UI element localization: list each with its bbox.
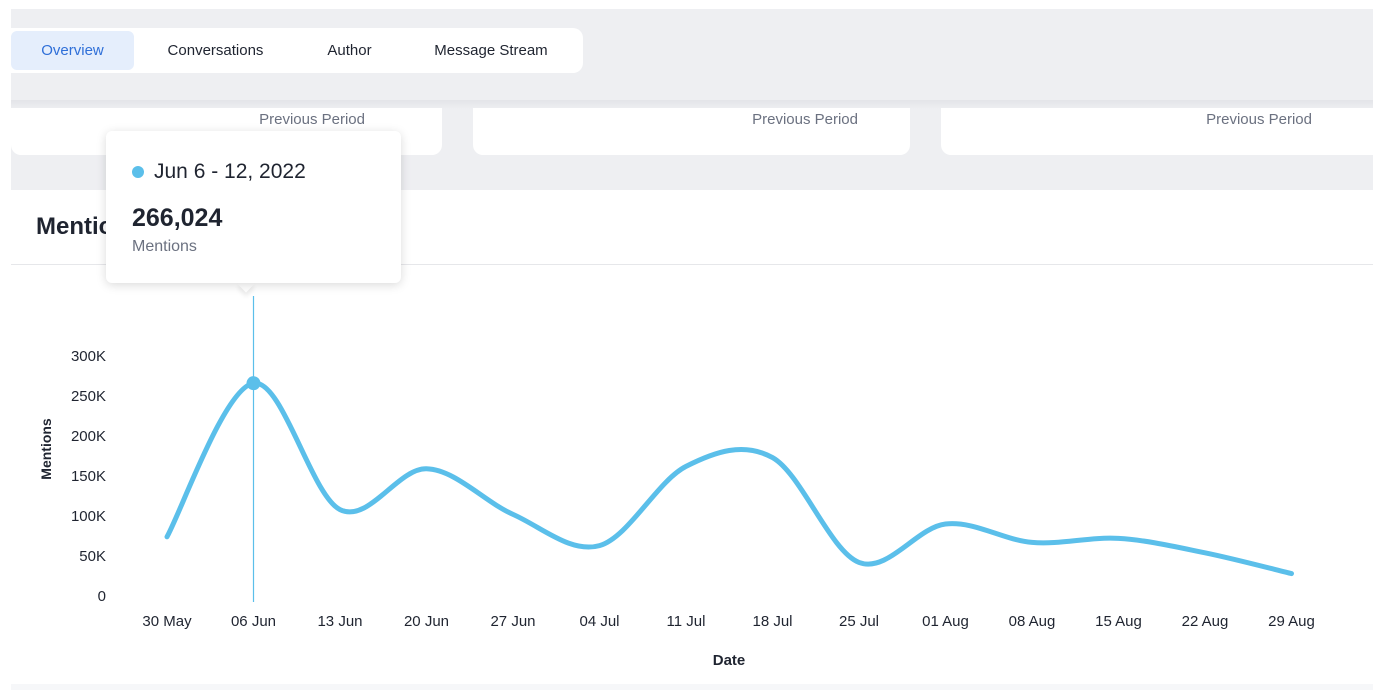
series-marker-icon [132,166,144,178]
x-tick-label: 22 Aug [1182,613,1229,630]
x-tick-label: 30 May [142,613,192,630]
y-tick-label: 250K [71,388,106,405]
mentions-line-chart: 0 50K 100K 150K 200K 250K 300K 30 May 06 Jun 13 … [38,296,1315,669]
tooltip-date-range: Jun 6 - 12, 2022 [154,160,306,183]
x-tick-label: 11 Jul [667,613,706,630]
tooltip-value: 266,024 [132,204,223,232]
x-tick-label: 08 Aug [1009,613,1056,630]
y-tick-label: 50K [79,548,106,565]
x-tick-label: 29 Aug [1268,613,1315,630]
x-tick-label: 27 Jun [490,613,535,630]
x-tick-label: 15 Aug [1095,613,1142,630]
x-tick-label: 18 Jul [752,613,792,630]
y-tick-label: 100K [71,508,106,525]
tooltip-metric: Mentions [132,238,197,255]
bottom-edge [11,684,1373,690]
chart-tooltip: Jun 6 - 12, 2022 266,024 Mentions [106,131,401,283]
x-tick-label: 25 Jul [839,613,879,630]
x-axis: 30 May 06 Jun 13 Jun 20 Jun 27 Jun 04 Jul 11 J… [142,613,1314,630]
y-axis-title: Mentions [38,418,54,480]
data-points [246,376,261,391]
x-axis-title: Date [713,652,746,669]
y-axis: 0 50K 100K 150K 200K 250K 300K [71,348,106,605]
y-tick-label: 0 [98,588,106,605]
y-tick-label: 200K [71,428,106,445]
y-tick-label: 300K [71,348,106,365]
y-tick-label: 150K [71,468,106,485]
x-tick-label: 13 Jun [317,613,362,630]
x-tick-label: 20 Jun [404,613,449,630]
x-tick-label: 04 Jul [579,613,619,630]
highlighted-data-point[interactable] [246,376,261,391]
series-line[interactable] [164,380,1294,577]
x-tick-label: 06 Jun [231,613,276,630]
x-tick-label: 01 Aug [922,613,969,630]
